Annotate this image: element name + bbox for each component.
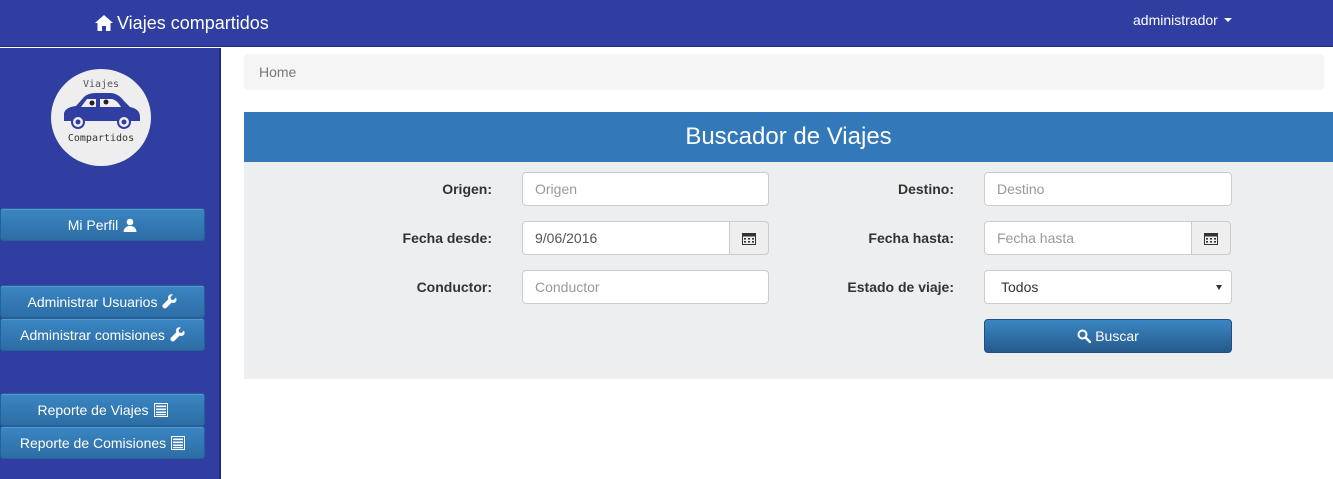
sidebar-item-reporte-viajes[interactable]: Reporte de Viajes [0,393,205,426]
fecha-hasta-calendar-button[interactable] [1191,221,1231,255]
brand-title: Viajes compartidos [117,12,269,33]
estado-select[interactable]: Todos [984,270,1232,304]
fecha-hasta-label: Fecha hasta: [868,230,954,246]
home-icon [94,14,114,32]
user-name: administrador [1133,12,1218,28]
sidebar-item-label: Reporte de Comisiones [19,434,167,451]
fecha-desde-input[interactable]: 9/06/2016 [522,221,730,255]
sidebar-item-administrar-comisiones[interactable]: Administrar comisiones [0,318,205,351]
sidebar-item-mi-perfil[interactable]: Mi Perfil [0,208,205,241]
breadcrumb-home[interactable]: Home [259,64,296,80]
origen-input[interactable]: Origen [522,172,769,206]
logo-bottom-text: Compartidos [67,133,135,144]
sidebar-item-label: Administrar Usuarios [27,293,158,310]
conductor-input[interactable]: Conductor [522,270,769,304]
panel-title: Buscador de Viajes [244,112,1333,162]
sidebar-item-administrar-usuarios[interactable]: Administrar Usuarios [0,285,205,318]
breadcrumb: Home [244,54,1324,90]
app-logo: Viajes Compartidos [51,69,151,166]
sidebar-item-reporte-comisiones[interactable]: Reporte de Comisiones [0,426,205,459]
conductor-label: Conductor: [416,279,492,295]
calendar-icon [1204,232,1218,245]
sidebar-item-label: Administrar comisiones [20,326,165,343]
search-button[interactable]: Buscar [984,319,1232,353]
search-icon [1077,329,1092,343]
origen-label: Origen: [442,181,492,197]
wrench-icon [170,327,185,342]
list-icon [153,402,168,417]
brand-link[interactable]: Viajes compartidos [94,11,269,35]
sidebar-item-label: Mi Perfil [67,216,119,233]
fecha-desde-label: Fecha desde: [402,230,492,246]
car-icon [64,93,140,129]
list-icon [171,435,186,450]
wrench-icon [162,294,177,309]
logo-top-text: Viajes [82,79,120,90]
sidebar: Viajes Compartidos Mi Perfil Administrar… [0,48,221,479]
fecha-hasta-input[interactable]: Fecha hasta [984,221,1192,255]
estado-label: Estado de viaje: [847,279,954,295]
select-arrow-icon [1216,285,1222,290]
top-navbar: Viajes compartidos administrador [0,0,1333,47]
destino-label: Destino: [898,181,954,197]
destino-input[interactable]: Destino [984,172,1232,206]
user-icon [123,218,137,232]
caret-down-icon [1223,18,1232,22]
user-menu[interactable]: administrador [1133,12,1232,28]
sidebar-item-label: Reporte de Viajes [37,401,149,418]
